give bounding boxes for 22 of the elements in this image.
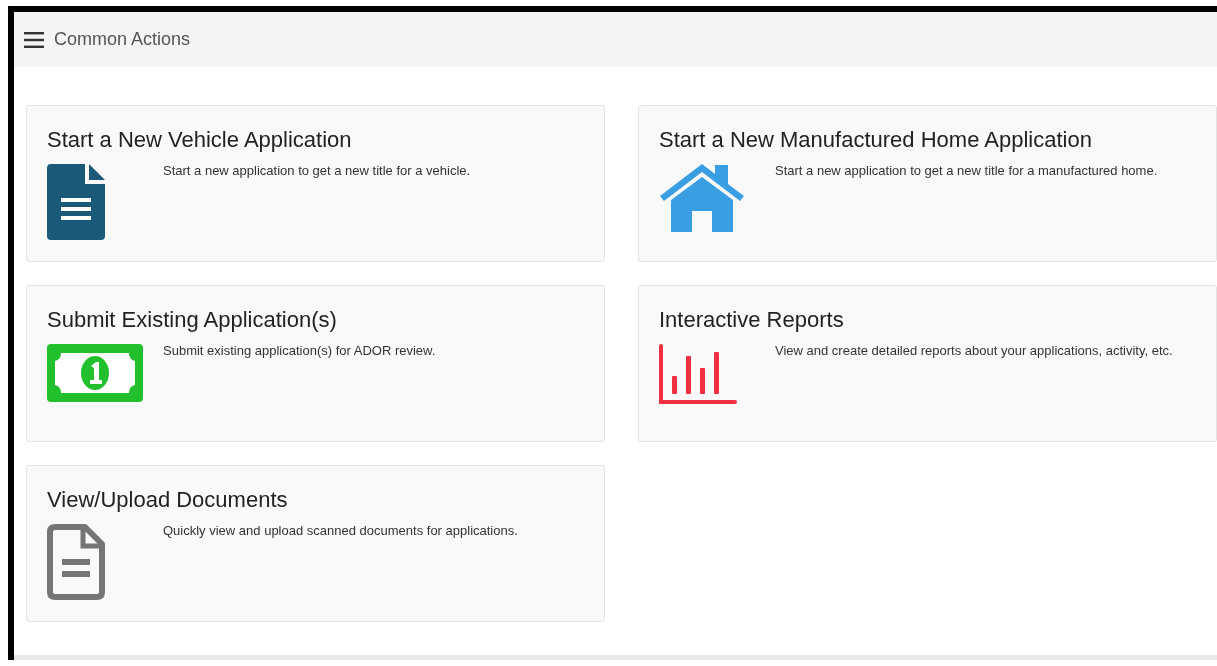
card-description: Start a new application to get a new title for a vehicle. (163, 162, 471, 180)
document-icon (47, 164, 105, 240)
action-card[interactable]: View/Upload Documents Quickly view and upload scanned documents for applications. (26, 465, 605, 622)
action-card[interactable]: Start a New Vehicle Application Start a new application to get a new title for a vehicle. (26, 105, 605, 262)
menu-icon[interactable] (24, 31, 44, 48)
house-icon (659, 164, 745, 232)
card-description: Submit existing application(s) for ADOR review. (163, 342, 436, 360)
card-description: Quickly view and upload scanned documents for applications. (163, 522, 518, 540)
card-title: Start a New Manufactured Home Application (659, 126, 1093, 154)
section-title: Common Actions (54, 29, 191, 50)
banknote-icon (47, 344, 143, 402)
action-card[interactable]: Submit Existing Application(s) Submit existing application(s) for ADOR review. (26, 285, 605, 442)
card-title: Start a New Vehicle Application (47, 126, 353, 154)
card-title: Submit Existing Application(s) (47, 306, 338, 334)
bar-chart-icon (659, 344, 737, 404)
card-description: View and create detailed reports about your applications, activity, etc. (775, 342, 1173, 360)
action-card[interactable]: Start a New Manufactured Home Application Start a new application to get a new title for a manufactured home. (638, 105, 1217, 262)
card-description: Start a new application to get a new title for a manufactured home. (775, 162, 1158, 180)
card-title: Interactive Reports (659, 306, 845, 334)
action-card[interactable]: Interactive Reports View and create detailed reports about your applications, activity, etc. (638, 285, 1217, 442)
document-icon (47, 524, 105, 600)
card-title: View/Upload Documents (47, 486, 289, 514)
